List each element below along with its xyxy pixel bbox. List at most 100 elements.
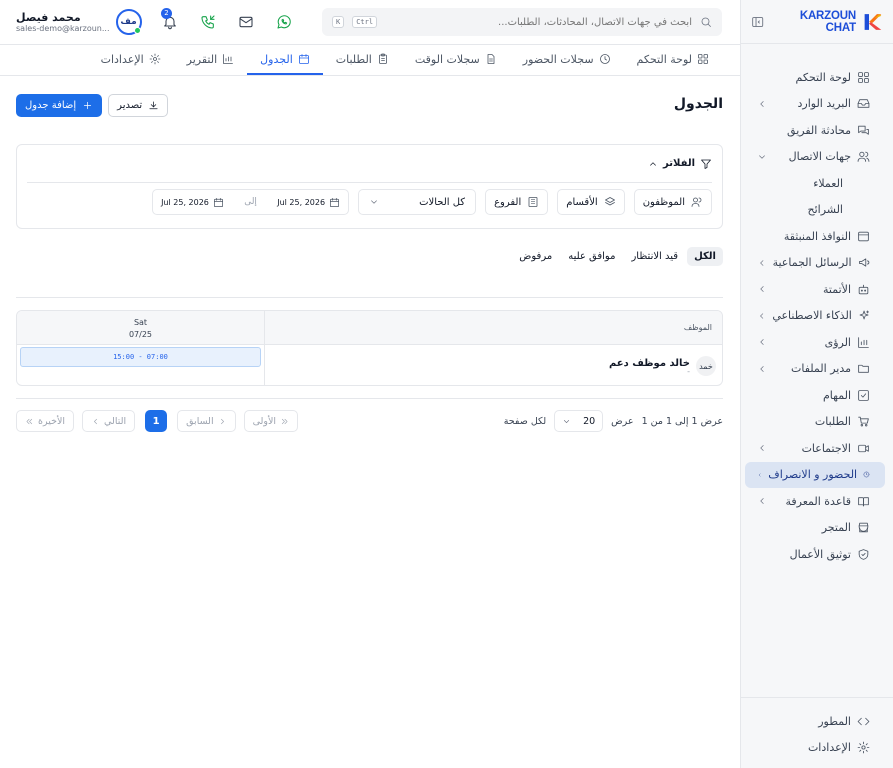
sidebar-item-team-chat[interactable]: محادثة الفريق xyxy=(745,117,885,144)
sidebar-item-developer[interactable]: المطور xyxy=(745,708,885,734)
tab-settings[interactable]: الإعدادات xyxy=(88,45,174,75)
status-tab-all[interactable]: الكل xyxy=(687,247,723,266)
tab-time-logs[interactable]: سجلات الوقت xyxy=(402,45,510,75)
sidebar-item-label: الطلبات xyxy=(814,415,851,429)
notifications[interactable]: 2 xyxy=(161,8,178,30)
tab-requests[interactable]: الطلبات xyxy=(323,45,402,75)
video-icon xyxy=(858,444,869,452)
departments-filter[interactable]: الأقسام xyxy=(557,189,625,215)
sidebar-item-business-verification[interactable]: توثيق الأعمال xyxy=(745,541,885,568)
mail-icon[interactable] xyxy=(238,14,254,30)
bot-icon xyxy=(858,284,869,295)
sidebar-item-customers[interactable]: العملاء xyxy=(745,170,885,197)
gear-icon xyxy=(149,53,161,65)
search-input[interactable] xyxy=(385,16,692,28)
tab-schedule[interactable]: الجدول xyxy=(247,45,323,75)
sidebar-item-inbox[interactable]: البريد الوارد xyxy=(745,91,885,118)
sidebar-item-broadcasts[interactable]: الرسائل الجماعية xyxy=(745,250,885,277)
tab-dashboard[interactable]: لوحة التحكم xyxy=(624,45,722,75)
sidebar-item-contacts[interactable]: جهات الاتصال xyxy=(745,144,885,171)
chevron-left-icon xyxy=(760,365,764,372)
filters-row: الموظفون الأقسام الفروع كل الحالات Jul 2… xyxy=(27,183,712,215)
file-icon xyxy=(487,54,495,64)
status-tab-approved[interactable]: موافق عليه xyxy=(561,247,622,266)
sidebar-item-label: الشرائح xyxy=(807,203,843,217)
branches-filter-label: الفروع xyxy=(494,196,522,208)
per-page-select[interactable]: 20 xyxy=(554,410,604,432)
chevron-left-icon xyxy=(760,313,764,319)
attendance-tabs: لوحة التحكم سجلات الحضور سجلات الوقت الط… xyxy=(0,45,740,76)
prev-page-button[interactable]: السابق xyxy=(177,410,236,432)
sidebar-collapse-icon[interactable] xyxy=(751,15,764,29)
header-actions: إضافة جدول تصدير xyxy=(16,93,169,117)
sidebar-item-tasks[interactable]: المهام xyxy=(745,382,885,409)
page-number-button[interactable]: 1 xyxy=(145,410,168,432)
contacts-icon xyxy=(857,151,870,163)
sidebar-item-segments[interactable]: الشرائح xyxy=(745,197,885,224)
sidebar-item-insights[interactable]: الرؤى xyxy=(745,329,885,356)
employee-cell: خمد خالد موظف دعم - xyxy=(264,345,722,385)
sidebar-item-file-manager[interactable]: مدير الملفات xyxy=(745,356,885,383)
next-page-button[interactable]: التالي xyxy=(82,410,136,432)
schedule-cell[interactable]: 15:00 - 07:00 xyxy=(17,345,264,385)
search-box[interactable]: Ctrl K xyxy=(322,8,722,36)
first-page-button[interactable]: الأولى xyxy=(243,410,299,432)
sidebar-item-popups[interactable]: النوافذ المنبثقة xyxy=(745,223,885,250)
grid-icon xyxy=(698,54,708,64)
main-content: الجدول إضافة جدول تصدير الفلاتر الموظفون xyxy=(0,77,740,768)
sidebar-item-automation[interactable]: الأتمتة xyxy=(745,276,885,303)
pagination-info: عرض 1 إلى 1 من 1 عرض 20 لكل صفحة xyxy=(504,410,723,432)
add-schedule-button[interactable]: إضافة جدول xyxy=(16,93,103,117)
inbox-icon xyxy=(857,99,870,108)
whatsapp-icon[interactable] xyxy=(276,14,292,30)
sidebar-item-settings[interactable]: الإعدادات xyxy=(745,734,885,760)
sidebar-item-knowledge-base[interactable]: قاعدة المعرفة xyxy=(745,488,885,515)
per-page-value: 20 xyxy=(583,415,596,427)
sidebar-item-meetings[interactable]: الاجتماعات xyxy=(745,435,885,462)
employee-name: خالد موظف دعم xyxy=(608,357,690,369)
sidebar-item-label: العملاء xyxy=(813,176,843,190)
users-icon xyxy=(691,197,702,207)
tab-attendance-logs[interactable]: سجلات الحضور xyxy=(510,45,624,75)
status-select[interactable]: كل الحالات xyxy=(358,189,477,215)
sidebar-item-label: لوحة التحكم xyxy=(795,70,851,84)
tab-report[interactable]: التقرير xyxy=(174,45,248,75)
status-tab-pending[interactable]: قيد الانتظار xyxy=(624,247,685,266)
status-tab-rejected[interactable]: مرفوض xyxy=(512,247,559,266)
chevrons-left-icon xyxy=(26,418,33,424)
day-column-header: Sat 07/25 xyxy=(17,311,264,344)
sidebar-item-ai[interactable]: الذكاء الاصطناعي xyxy=(745,303,885,330)
sidebar-item-orders[interactable]: الطلبات xyxy=(745,409,885,436)
sidebar-item-attendance[interactable]: الحضور و الانصراف xyxy=(745,461,885,488)
status-tabs: الكل قيد الانتظار موافق عليه مرفوض xyxy=(16,246,723,298)
employees-filter-label: الموظفون xyxy=(642,196,685,208)
filters-toggle[interactable]: الفلاتر xyxy=(27,145,712,183)
sidebar-item-store[interactable]: المتجر xyxy=(745,515,885,542)
date-to[interactable]: Jul 25, 2026 xyxy=(161,198,209,207)
layers-icon xyxy=(604,197,615,206)
date-range-picker[interactable]: Jul 25, 2026 إلى Jul 25, 2026 xyxy=(152,189,350,215)
first-page-label: الأولى xyxy=(252,415,277,427)
sidebar-item-dashboard[interactable]: لوحة التحكم xyxy=(745,64,885,91)
tab-label: سجلات الوقت xyxy=(414,52,480,66)
phone-incoming-icon[interactable] xyxy=(200,14,216,30)
tab-label: التقرير xyxy=(186,52,218,66)
date-from[interactable]: Jul 25, 2026 xyxy=(277,198,325,207)
user-name: محمد فيصل xyxy=(16,11,81,24)
sidebar-bottom: المطور الإعدادات xyxy=(741,697,893,760)
last-page-button[interactable]: الأخيرة xyxy=(16,410,75,432)
export-button[interactable]: تصدير xyxy=(108,93,169,117)
shortcut-ctrl: Ctrl xyxy=(352,16,378,28)
avatar[interactable]: مف xyxy=(115,9,142,35)
task-icon xyxy=(858,389,869,401)
code-icon xyxy=(857,717,870,725)
branches-filter[interactable]: الفروع xyxy=(485,189,549,215)
chevron-down-icon xyxy=(759,155,765,159)
employees-filter[interactable]: الموظفون xyxy=(633,189,712,215)
clock-icon xyxy=(599,54,610,64)
user-menu[interactable]: مف محمد فيصل sales-demo@karzoun... xyxy=(16,9,142,35)
download-icon xyxy=(149,100,158,109)
shift-block[interactable]: 15:00 - 07:00 xyxy=(20,347,261,367)
tab-label: الإعدادات xyxy=(100,52,144,66)
cart-icon xyxy=(858,416,869,427)
